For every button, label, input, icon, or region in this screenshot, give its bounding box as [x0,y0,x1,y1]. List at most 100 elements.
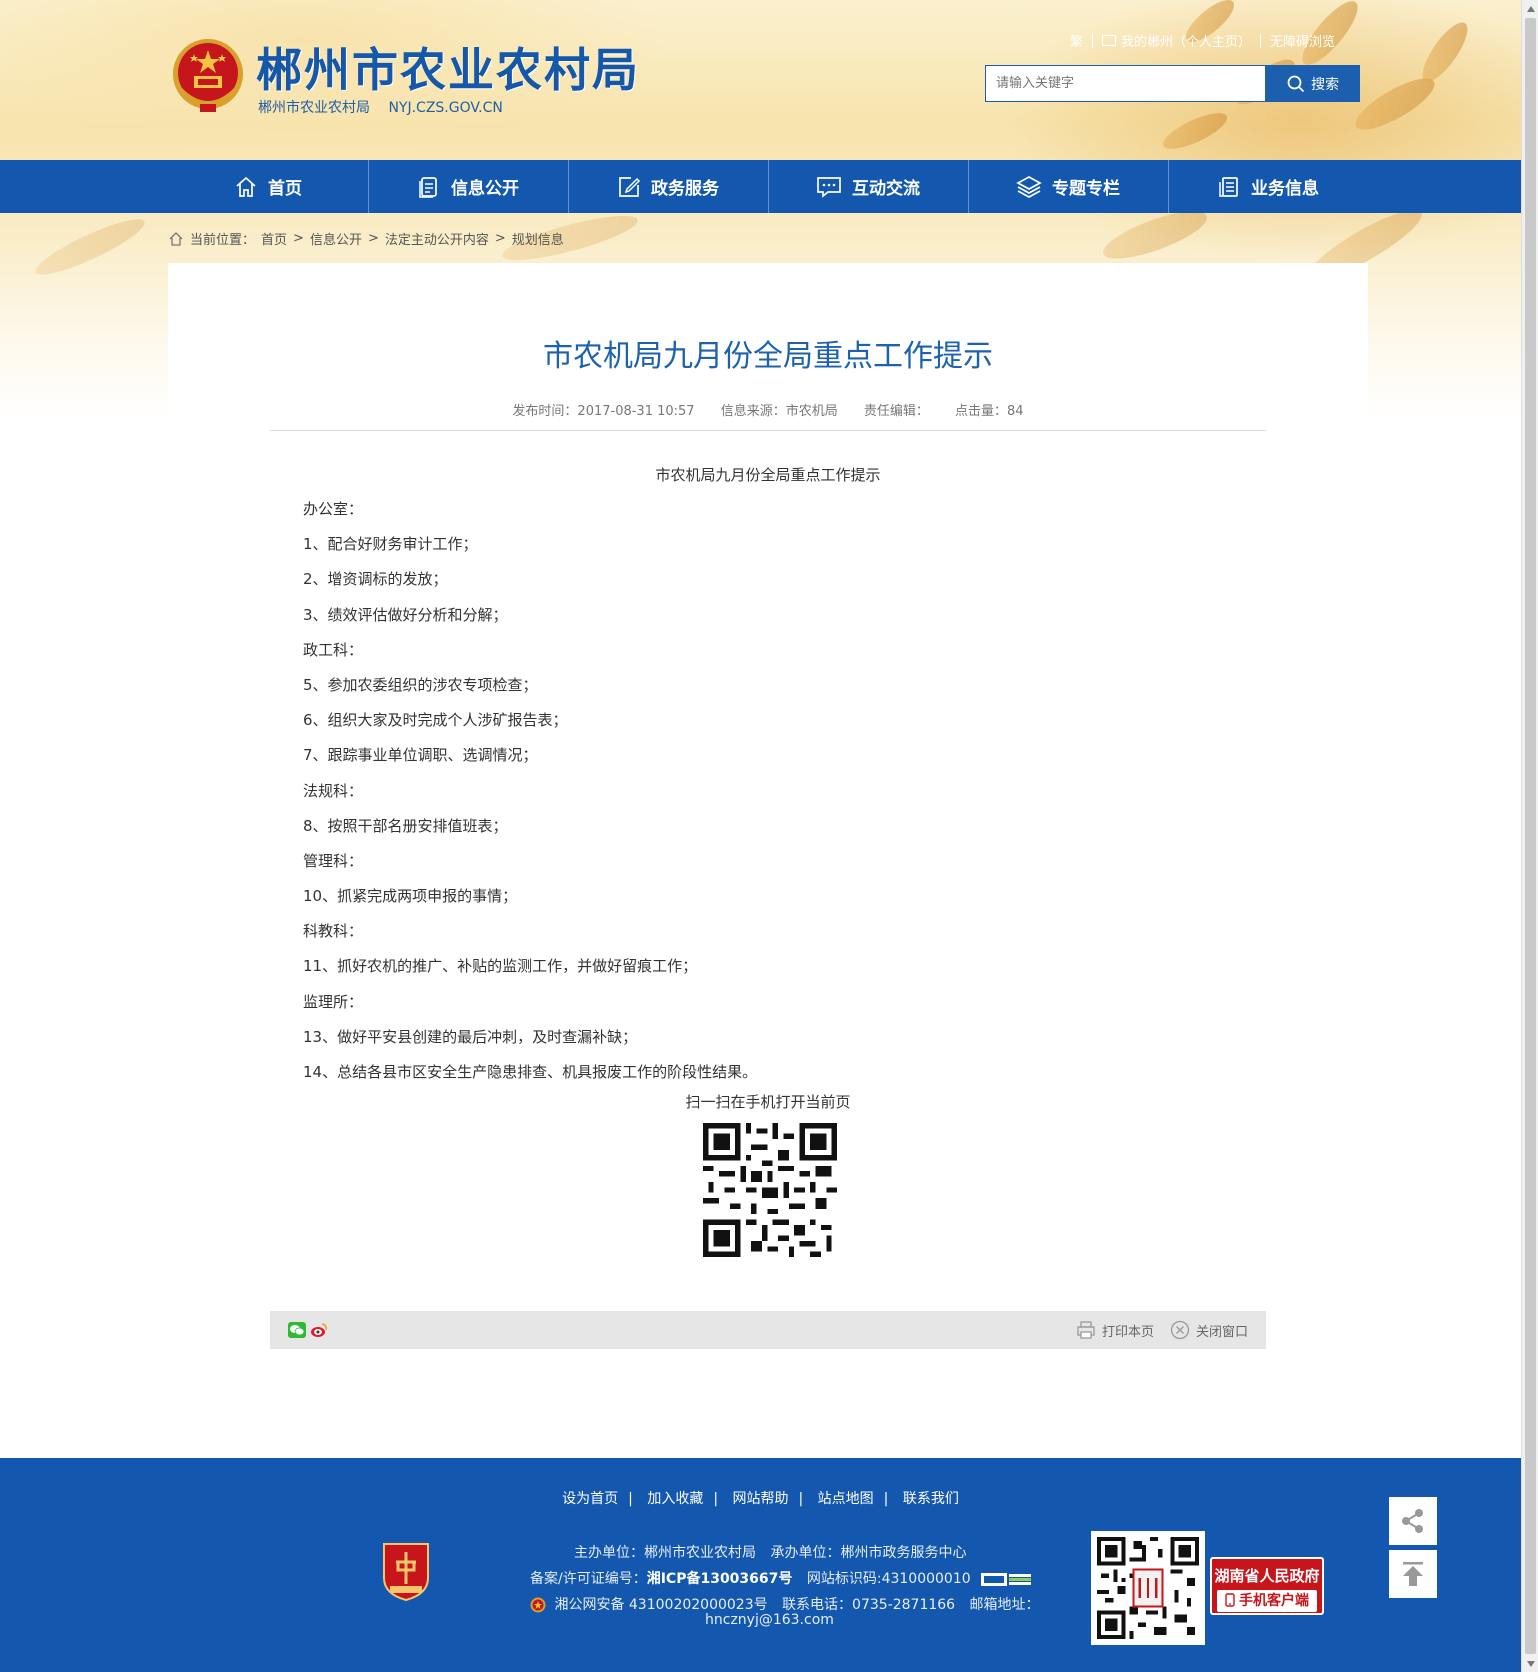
article-line: 1、配合好财务审计工作； [303,535,478,554]
article-line: 5、参加农委组织的涉农专项检查； [303,675,538,694]
document-icon [419,176,437,198]
divider [270,430,1266,431]
top-links: 繁 我的郴州（个人主页） 无障碍浏览 [1070,31,1335,50]
email-address[interactable]: hncznyj@163.com [705,1612,834,1628]
nav-item-business-info[interactable]: 业务信息 [1168,160,1368,213]
nav-item-home[interactable]: 首页 [168,160,368,213]
close-circle-icon [1170,1320,1190,1340]
traditional-chinese-link[interactable]: 繁 [1070,31,1083,50]
monitor-icon [1102,35,1117,46]
article-line: 8、按照干部名册安排值班表； [303,816,508,835]
wechat-icon[interactable] [288,1322,306,1342]
article-line: 11、抓好农机的推广、补贴的监测工作，并做好留痕工作； [303,957,698,976]
nav-item-info-disclosure[interactable]: 信息公开 [368,160,568,213]
app-badge-title: 湖南省人民政府 [1214,1567,1320,1585]
home-icon [236,176,256,197]
vertical-scrollbar[interactable] [1521,0,1538,1672]
sponsor: 主办单位：郴州市农业农村局 [574,1545,756,1561]
search-input[interactable] [985,65,1267,102]
footer-link-contact[interactable]: 联系我们 [903,1491,959,1507]
close-window-label: 关闭窗口 [1195,1324,1248,1340]
scrollbar-thumb[interactable] [1525,18,1536,1654]
footer-row-sponsor: 主办单位：郴州市农业农村局 承办单位：郴州市政务服务中心 [574,1542,966,1562]
article-line: 6、组织大家及时完成个人涉矿报告表； [303,711,568,730]
icp-number[interactable]: 湘ICP备13003667号 [647,1571,793,1587]
site-subtitle-cn: 郴州市农业农村局 [258,100,370,116]
hit-count: 点击量：84 [955,404,1024,419]
nav-label: 业务信息 [1251,179,1319,199]
article-line: 管理科： [303,851,364,870]
breadcrumb-item-info-disclosure[interactable]: 信息公开 [310,229,362,248]
print-button[interactable]: 打印本页 [1076,1320,1154,1340]
breadcrumb-prefix: 当前位置： [190,233,256,248]
app-badge-subtitle: 手机客户端 [1217,1590,1317,1612]
chat-icon [817,176,841,198]
icp-label: 备案/许可证编号： [530,1571,647,1587]
footer-row-police: 湘公网安备 43100202000023号 联系电话：0735-2871166 … [530,1594,1040,1614]
app-badge-line2: 手机客户端 [1239,1593,1309,1609]
nav-item-gov-service[interactable]: 政务服务 [568,160,768,213]
article-title: 市农机局九月份全局重点工作提示 [543,339,993,374]
close-window-button[interactable]: 关闭窗口 [1170,1320,1248,1340]
share-float-button[interactable] [1389,1497,1437,1545]
hunan-gov-app-badge[interactable]: 湖南省人民政府 手机客户端 [1210,1557,1324,1615]
footer-qr-code [1091,1531,1205,1645]
file-list-icon [1219,176,1238,197]
layers-icon [1016,175,1042,198]
accessible-browse-link[interactable]: 无障碍浏览 [1270,31,1335,50]
scan-prompt: 扫一扫在手机打开当前页 [685,1093,851,1111]
my-city-link[interactable]: 我的郴州（个人主页） [1121,31,1251,50]
share-icon [1402,1509,1423,1533]
breadcrumb-item-home[interactable]: 首页 [261,229,287,248]
arrow-up-icon [1403,1562,1423,1586]
print-label: 打印本页 [1101,1324,1154,1340]
info-source: 信息来源：市农机局 [720,404,838,419]
article-line: 7、跟踪事业单位调职、选调情况； [303,746,538,765]
share-bar: 打印本页 关闭窗口 [270,1311,1266,1349]
home-icon [169,231,183,246]
site-domain: NYJ.CZS.GOV.CN [388,100,503,116]
breadcrumb-item-planning[interactable]: 规划信息 [512,229,564,248]
back-to-top-button[interactable] [1389,1550,1437,1598]
nav-label: 信息公开 [451,179,519,199]
footer-row-icp: 备案/许可证编号：湘ICP备13003667号 网站标识码:4310000010 [530,1568,1032,1588]
police-emblem-icon [530,1597,546,1613]
phone: 联系电话：0735-2871166 [782,1597,956,1613]
email-label: 邮箱地址： [969,1597,1040,1613]
search-icon [1287,75,1305,92]
site-header: 郴州市农业农村局 郴州市农业农村局 NYJ.CZS.GOV.CN 繁 我的郴州（… [0,0,1521,160]
police-record[interactable]: 湘公网安备 43100202000023号 [554,1597,767,1613]
footer-link-set-home[interactable]: 设为首页 [562,1491,618,1507]
edit-icon [619,176,641,197]
party-gov-badge-icon[interactable] [380,1540,432,1602]
national-emblem-icon [173,39,243,112]
article-line: 监理所： [303,992,364,1011]
article-line: 10、抓紧完成两项申报的事情； [303,887,518,906]
article-line: 科教科： [303,922,364,941]
main-nav: 首页 信息公开 政务服务 互动交流 专题专栏 业务信息 [0,160,1521,213]
site-footer: 设为首页 | 加入收藏 | 网站帮助 | 站点地图 | 联系我们 主办单位：郴州市农业农… [0,1458,1521,1672]
footer-link-sitemap[interactable]: 站点地图 [818,1491,874,1507]
breadcrumb-item-statutory[interactable]: 法定主动公开内容 [385,229,489,248]
weibo-icon[interactable] [310,1322,328,1342]
search-button[interactable]: 搜索 [1266,65,1360,102]
scroll-up-arrow-icon[interactable] [1522,0,1538,17]
article-heading: 市农机局九月份全局重点工作提示 [655,466,881,484]
nav-item-interaction[interactable]: 互动交流 [768,160,968,213]
footer-link-bookmark[interactable]: 加入收藏 [647,1491,703,1507]
breadcrumb: 当前位置： 首页 > 信息公开 > 法定主动公开内容 > 规划信息 [168,229,564,248]
printer-icon [1077,1321,1095,1339]
editor: 责任编辑： [863,404,929,419]
nav-label: 政务服务 [651,179,719,199]
footer-links: 设为首页 | 加入收藏 | 网站帮助 | 站点地图 | 联系我们 [562,1491,959,1507]
share-tools: 打印本页 关闭窗口 [1060,1311,1248,1349]
search-button-label: 搜索 [1311,76,1340,93]
nav-label: 首页 [268,179,302,199]
article-line: 13、做好平安县创建的最后冲刺，及时查漏补缺； [303,1027,638,1046]
scroll-down-arrow-icon[interactable] [1522,1655,1538,1672]
footer-link-help[interactable]: 网站帮助 [733,1491,789,1507]
nav-item-special-topics[interactable]: 专题专栏 [968,160,1168,213]
article-line: 法规科： [303,781,364,800]
publish-time: 发布时间：2017-08-31 10:57 [512,404,695,419]
page: 郴州市农业农村局 郴州市农业农村局 NYJ.CZS.GOV.CN 繁 我的郴州（… [0,0,1521,1672]
